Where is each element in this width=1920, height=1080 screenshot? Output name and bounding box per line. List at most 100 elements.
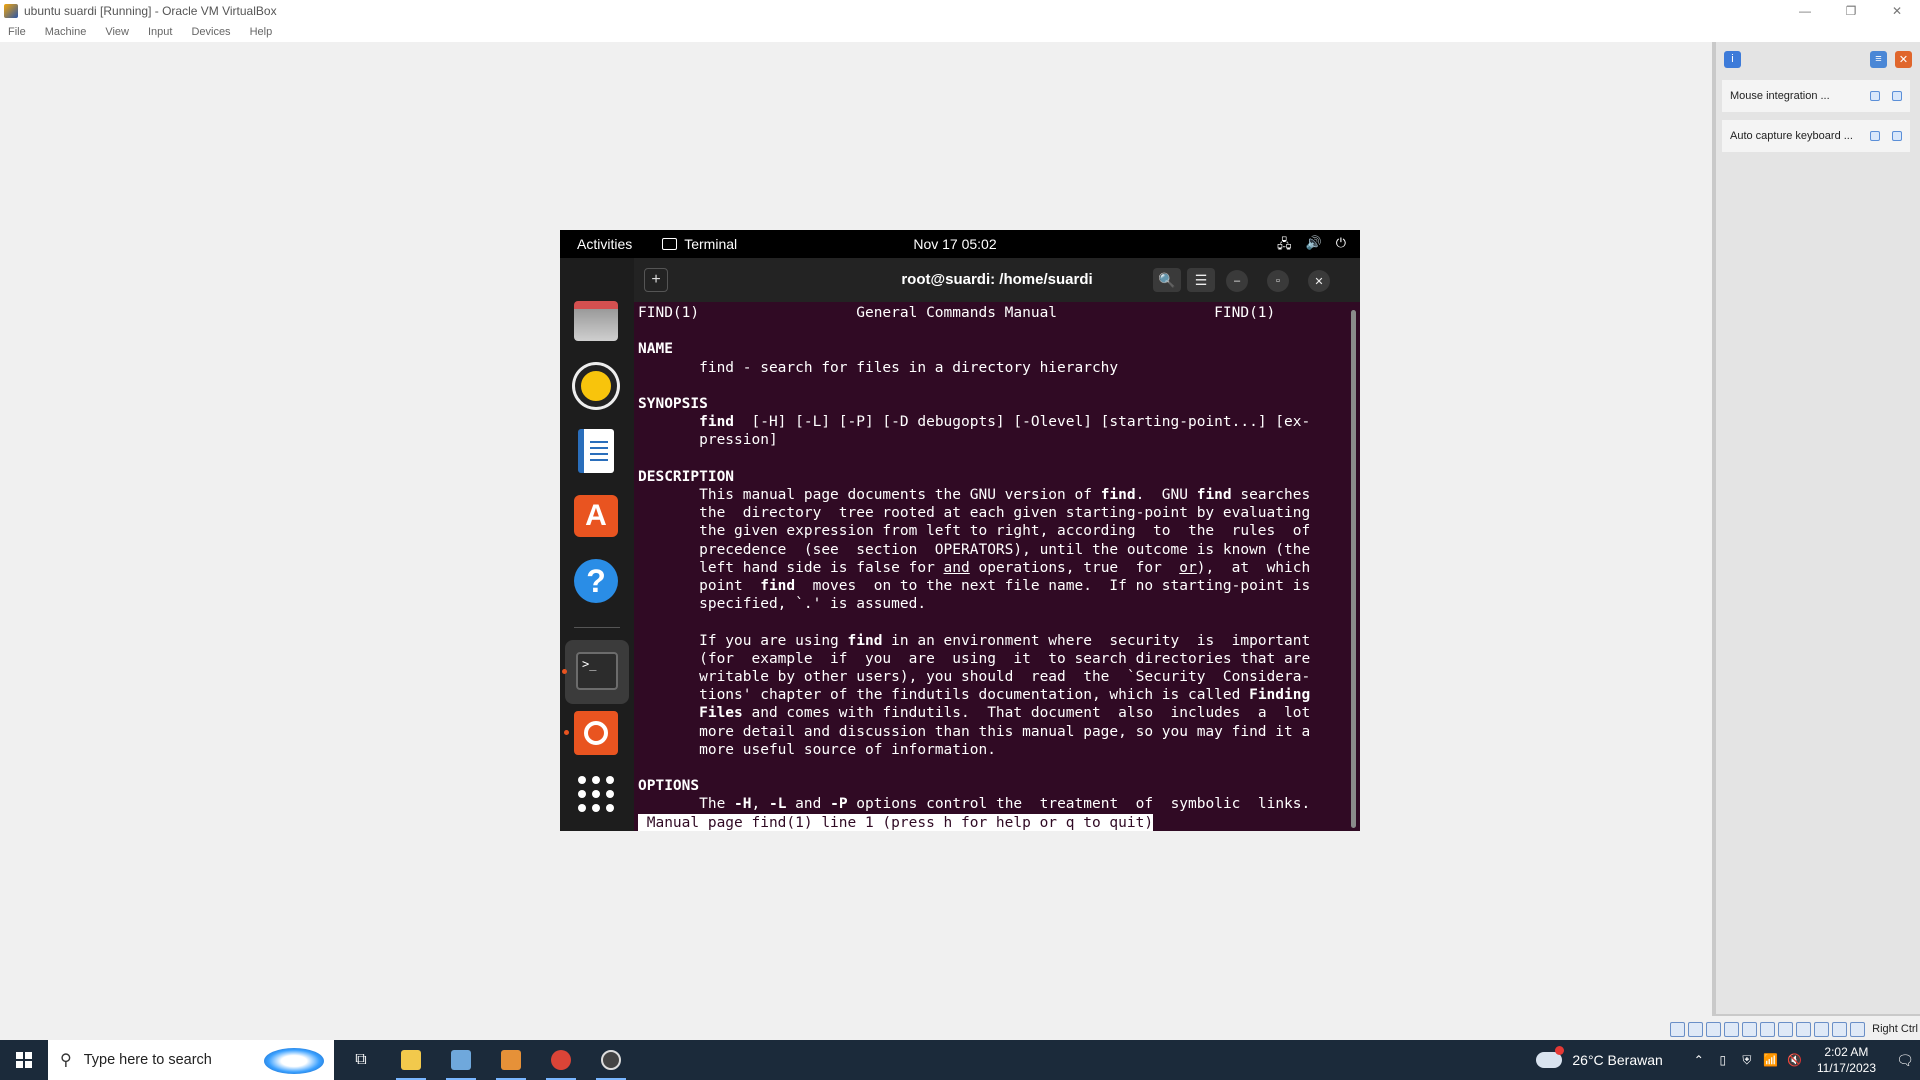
chevron-up-icon[interactable]: ⌃ xyxy=(1689,1053,1709,1067)
hard-disk-icon[interactable] xyxy=(1670,1021,1686,1037)
shared-folders-icon[interactable] xyxy=(1760,1021,1776,1037)
terminal-text: or xyxy=(1179,559,1197,576)
host-key-label: Right Ctrl xyxy=(1872,1023,1918,1035)
menu-devices[interactable]: Devices xyxy=(191,26,230,38)
taskbar-virtualbox[interactable] xyxy=(438,1040,484,1080)
menu-input[interactable]: Input xyxy=(148,26,172,38)
terminal-line: pression] xyxy=(638,431,778,449)
terminal-line: Files and comes with findutils. That doc… xyxy=(638,704,1310,722)
minimize-button[interactable]: — xyxy=(1782,0,1828,22)
notification-panel: i ≡ ✕ Mouse integration ... Auto capture… xyxy=(1712,42,1920,1016)
search-input[interactable] xyxy=(83,1052,254,1068)
dock-software[interactable]: A xyxy=(573,493,619,539)
terminal-line: OPTIONS xyxy=(638,777,699,795)
taskbar-search[interactable]: ⚲ xyxy=(48,1040,334,1080)
notification-center-icon[interactable]: i xyxy=(1724,50,1741,68)
start-button[interactable] xyxy=(0,1040,48,1080)
keyboard-capture-icon[interactable] xyxy=(1850,1021,1866,1037)
dock-writer[interactable] xyxy=(573,428,619,474)
security-icon[interactable]: ⛨ xyxy=(1737,1053,1757,1068)
close-notification-icon[interactable] xyxy=(1892,131,1902,141)
system-tray: 26°C Berawan ⌃ ▯ ⛨ 📶 🔇 2:02 AM 11/17/202… xyxy=(1536,1040,1920,1080)
dock-files[interactable] xyxy=(573,298,619,344)
menu-help[interactable]: Help xyxy=(250,26,273,38)
taskbar-paint[interactable] xyxy=(488,1040,534,1080)
usb-icon[interactable] xyxy=(1742,1021,1758,1037)
taskbar-chrome[interactable] xyxy=(538,1040,584,1080)
sort-icon[interactable]: ≡ xyxy=(1870,50,1887,68)
notification-auto-capture-keyboard[interactable]: Auto capture keyboard ... xyxy=(1722,120,1910,152)
maximize-button[interactable]: ▫ xyxy=(1267,270,1289,292)
dock-ubuntu-installer[interactable] xyxy=(564,710,619,756)
device-icon[interactable]: ▯ xyxy=(1713,1053,1733,1067)
close-button[interactable]: ✕ xyxy=(1874,0,1920,22)
search-button[interactable]: 🔍 xyxy=(1153,268,1181,292)
date: 11/17/2023 xyxy=(1816,1061,1876,1075)
restore-button[interactable]: ❐ xyxy=(1828,0,1874,22)
mouse-integration-icon[interactable] xyxy=(1832,1021,1848,1037)
dock-terminal[interactable]: >_ xyxy=(562,640,629,704)
menu-file[interactable]: File xyxy=(8,26,26,38)
terminal-line: more detail and discussion than this man… xyxy=(638,723,1310,741)
terminal-line: tions' chapter of the findutils document… xyxy=(638,686,1310,704)
terminal-text: and comes with findutils. That document … xyxy=(742,705,1311,722)
taskbar-clock[interactable]: 2:02 AM 11/17/2023 xyxy=(1817,1044,1876,1076)
rhythmbox-icon xyxy=(575,365,617,407)
obs-icon xyxy=(601,1050,621,1070)
volume-icon[interactable]: 🔊 xyxy=(1306,235,1322,257)
terminal-text: moves on to the next file name. If no st… xyxy=(795,578,1311,594)
dock-help[interactable]: ? xyxy=(573,558,619,604)
network-icon[interactable]: 🖧 xyxy=(1277,235,1292,257)
terminal-text: options control the treatment of symboli… xyxy=(847,796,1311,813)
power-icon[interactable]: ⏻ xyxy=(1336,235,1346,257)
menu-machine[interactable]: Machine xyxy=(45,26,87,38)
close-notification-icon[interactable] xyxy=(1892,91,1902,101)
menu-view[interactable]: View xyxy=(105,26,129,38)
wifi-icon[interactable]: 📶 xyxy=(1761,1053,1781,1067)
terminal-line: (for example if you are using it to sear… xyxy=(638,650,1310,668)
clock[interactable]: Nov 17 05:02 xyxy=(913,236,996,252)
close-button[interactable]: ✕ xyxy=(1308,270,1330,292)
windows-logo-icon xyxy=(16,1052,32,1068)
terminal-line: specified, `.' is assumed. xyxy=(638,595,926,613)
windows-taskbar: ⚲ ⧉ 26°C Berawan ⌃ ▯ ⛨ 📶 🔇 2:02 AM 11/17… xyxy=(0,1040,1920,1080)
terminal-line: The -H, -L and -P options control the tr… xyxy=(638,795,1310,813)
weather-text[interactable]: 26°C Berawan xyxy=(1572,1052,1662,1068)
taskbar-obs[interactable] xyxy=(588,1040,634,1080)
system-tray[interactable]: 🖧 🔊 ⏻ xyxy=(1277,235,1346,257)
app-menu[interactable]: Terminal xyxy=(662,236,737,252)
terminal-line: This manual page documents the GNU versi… xyxy=(638,486,1310,504)
minimize-button[interactable]: – xyxy=(1226,270,1248,292)
terminal-text: point xyxy=(638,578,761,594)
task-view-button[interactable]: ⧉ xyxy=(338,1040,384,1080)
optical-drive-icon[interactable] xyxy=(1688,1021,1704,1037)
terminal-text: find - search for files in a directory h… xyxy=(638,359,1119,376)
network-icon[interactable] xyxy=(1724,1021,1740,1037)
recording-icon[interactable] xyxy=(1796,1021,1812,1037)
taskbar-file-explorer[interactable] xyxy=(388,1040,434,1080)
terminal-output[interactable]: FIND(1) General Commands Manual FIND(1) N… xyxy=(634,302,1360,831)
toggle-icon[interactable] xyxy=(1870,131,1880,141)
notification-mouse-integration[interactable]: Mouse integration ... xyxy=(1722,80,1910,112)
show-applications-button[interactable] xyxy=(573,771,619,817)
audio-icon[interactable] xyxy=(1706,1021,1722,1037)
action-center-icon[interactable]: 🗨 xyxy=(1890,1052,1920,1069)
menu-button[interactable]: ☰ xyxy=(1187,268,1215,292)
dock-rhythmbox[interactable] xyxy=(573,363,619,409)
terminal-text: Finding xyxy=(1249,687,1311,704)
terminal-text: find xyxy=(760,578,796,594)
terminal-scrollbar[interactable] xyxy=(1351,310,1356,828)
terminal-line: more useful source of information. xyxy=(638,741,996,759)
display-icon[interactable] xyxy=(1778,1021,1794,1037)
writer-icon xyxy=(578,429,614,473)
dock-separator xyxy=(574,627,620,628)
weather-icon[interactable] xyxy=(1536,1046,1565,1068)
dismiss-all-icon[interactable]: ✕ xyxy=(1895,50,1912,68)
terminal-line: find [-H] [-L] [-P] [-D debugopts] [-Ole… xyxy=(638,413,1310,431)
guest-screen[interactable]: Activities Terminal Nov 17 05:02 🖧 🔊 ⏻ A… xyxy=(560,230,1360,831)
terminal-text: more useful source of information. xyxy=(638,741,996,758)
activities-button[interactable]: Activities xyxy=(577,236,632,252)
toggle-icon[interactable] xyxy=(1870,91,1880,101)
volume-muted-icon[interactable]: 🔇 xyxy=(1785,1053,1805,1067)
cpu-icon[interactable] xyxy=(1814,1021,1830,1037)
